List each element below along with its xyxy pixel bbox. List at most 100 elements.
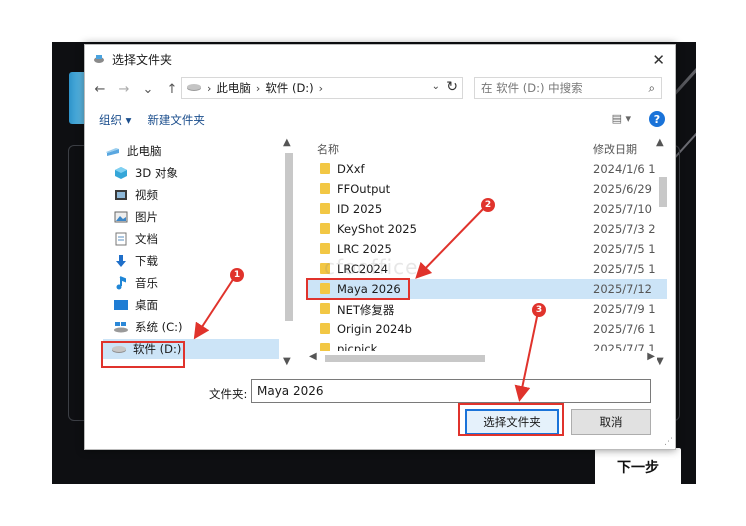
folder-icon <box>320 323 330 334</box>
file-date: 2025/6/29 <box>593 182 652 196</box>
scroll-up-icon[interactable]: ▲ <box>283 137 291 148</box>
file-list: ^ 名称 修改日期 DXxf 2024/1/6 1 FFOutput 2025/6/… <box>307 137 667 367</box>
search-icon: ⌕ <box>648 81 655 95</box>
scroll-right-icon[interactable]: ▶ <box>647 351 655 362</box>
watermark: cfooffice <box>324 255 419 279</box>
file-row[interactable]: NET修复器 2025/7/9 1 <box>307 299 667 319</box>
file-name: FFOutput <box>337 182 391 196</box>
breadcrumb-this-pc[interactable]: 此电脑 <box>216 80 251 96</box>
nav-item-label: 系统 (C:) <box>135 320 183 334</box>
file-name: ID 2025 <box>337 202 383 216</box>
file-row[interactable]: KeyShot 2025 2025/7/3 2 <box>307 219 667 239</box>
nav-item-music[interactable]: 音乐 <box>113 273 158 293</box>
nav-item-desktop[interactable]: 桌面 <box>113 295 158 315</box>
nav-item-3d-objects[interactable]: 3D 对象 <box>113 163 178 183</box>
video-icon <box>113 188 129 202</box>
folder-icon <box>320 243 330 254</box>
breadcrumb-drive-d[interactable]: 软件 (D:) <box>265 80 313 96</box>
close-icon[interactable]: ✕ <box>652 51 665 69</box>
desktop-icon <box>113 298 129 312</box>
navigation-pane: 此电脑 3D 对象 视频 图片 文档 下载 音乐 桌面 系统 (C:) 软件 (… <box>99 137 299 367</box>
file-date: 2025/7/3 2 <box>593 222 656 236</box>
folder-label: 文件夹: <box>209 387 248 401</box>
navigation-scrollbar[interactable]: ▲ ▼ <box>281 137 295 367</box>
cancel-button[interactable]: 取消 <box>571 409 651 435</box>
nav-item-label: 下载 <box>135 254 158 268</box>
address-bar[interactable]: › 此电脑 › 软件 (D:) › ⌄ ↻ <box>181 77 463 99</box>
nav-item-pictures[interactable]: 图片 <box>113 207 158 227</box>
recent-locations-icon[interactable]: ⌄ <box>141 82 155 97</box>
nav-item-label: 3D 对象 <box>135 166 178 180</box>
nav-item-video[interactable]: 视频 <box>113 185 158 205</box>
file-date: 2025/7/9 1 <box>593 302 656 316</box>
help-icon[interactable]: ? <box>649 111 665 127</box>
nav-item-label: 桌面 <box>135 298 158 312</box>
scrollbar-thumb[interactable] <box>285 153 293 321</box>
nav-item-downloads[interactable]: 下载 <box>113 251 158 271</box>
highlight-select-button <box>458 403 564 436</box>
file-name: KeyShot 2025 <box>337 222 417 236</box>
downloads-icon <box>113 254 129 268</box>
horizontal-scrollbar[interactable]: ◀ ▶ <box>307 351 657 365</box>
sort-caret-icon: ^ <box>445 137 454 144</box>
scrollbar-thumb[interactable] <box>659 177 667 207</box>
file-date: 2025/7/12 <box>593 282 652 296</box>
organize-menu[interactable]: 组织 ▾ <box>99 112 131 128</box>
search-input[interactable]: 在 软件 (D:) 中搜索 ⌕ <box>474 77 662 99</box>
3d-objects-icon <box>113 166 129 180</box>
documents-icon <box>113 232 129 246</box>
next-step-button[interactable]: 下一步 <box>595 448 681 486</box>
search-placeholder: 在 软件 (D:) 中搜索 <box>481 81 583 95</box>
column-header-date[interactable]: 修改日期 <box>593 141 637 157</box>
music-icon <box>113 276 129 290</box>
back-arrow-icon[interactable]: ← <box>93 82 107 97</box>
folder-name-input[interactable] <box>251 379 651 403</box>
file-date: 2025/7/5 1 <box>593 262 656 276</box>
file-date: 2025/7/6 1 <box>593 322 656 336</box>
file-row[interactable]: Origin 2024b 2025/7/6 1 <box>307 319 667 339</box>
step-badge-3: 3 <box>532 303 546 317</box>
file-date: 2025/7/10 <box>593 202 652 216</box>
file-row[interactable]: DXxf 2024/1/6 1 <box>307 159 667 179</box>
breadcrumb-separator: › <box>255 81 261 95</box>
column-header-row: ^ 名称 修改日期 <box>307 137 667 159</box>
drive-c-icon <box>113 320 129 334</box>
folder-picker-icon <box>93 53 105 65</box>
nav-item-label: 音乐 <box>135 276 158 290</box>
nav-item-documents[interactable]: 文档 <box>113 229 158 249</box>
folder-icon <box>320 223 330 234</box>
folder-icon <box>320 203 330 214</box>
new-folder-button[interactable]: 新建文件夹 <box>147 112 205 128</box>
forward-arrow-icon[interactable]: → <box>117 82 131 97</box>
scrollbar-thumb[interactable] <box>325 355 485 362</box>
breadcrumb-separator: › <box>318 81 324 95</box>
scroll-left-icon[interactable]: ◀ <box>309 351 317 362</box>
scroll-down-icon[interactable]: ▼ <box>283 356 291 367</box>
file-name: Origin 2024b <box>337 322 412 336</box>
resize-grip-icon[interactable]: ⋰ <box>664 437 673 447</box>
folder-icon <box>320 183 330 194</box>
nav-item-drive-c[interactable]: 系统 (C:) <box>113 317 183 337</box>
file-list-scrollbar[interactable]: ▲ ▼ <box>655 137 669 367</box>
pc-icon <box>105 144 121 158</box>
address-dropdown-icon[interactable]: ⌄ <box>432 81 440 92</box>
highlight-maya-folder <box>306 278 410 300</box>
up-arrow-icon[interactable]: ↑ <box>165 82 179 97</box>
file-name: DXxf <box>337 162 365 176</box>
file-name: LRC 2025 <box>337 242 392 256</box>
file-row[interactable]: FFOutput 2025/6/29 <box>307 179 667 199</box>
breadcrumb-separator: › <box>207 81 212 95</box>
scroll-down-icon[interactable]: ▼ <box>656 356 664 367</box>
step-badge-2: 2 <box>481 198 495 212</box>
column-header-name[interactable]: 名称 <box>317 141 339 157</box>
nav-item-label: 视频 <box>135 188 158 202</box>
refresh-icon[interactable]: ↻ <box>446 79 458 95</box>
view-options-icon[interactable]: ▤ ▾ <box>612 112 631 125</box>
file-name: NET修复器 <box>337 303 395 317</box>
file-date: 2025/7/5 1 <box>593 242 656 256</box>
nav-item-label: 文档 <box>135 232 158 246</box>
address-row: ← → ⌄ ↑ › 此电脑 › 软件 (D:) › ⌄ ↻ 在 软件 (D:) … <box>85 73 675 105</box>
scroll-up-icon[interactable]: ▲ <box>656 137 664 148</box>
folder-icon <box>320 303 330 314</box>
nav-item-this-pc[interactable]: 此电脑 <box>105 141 162 161</box>
